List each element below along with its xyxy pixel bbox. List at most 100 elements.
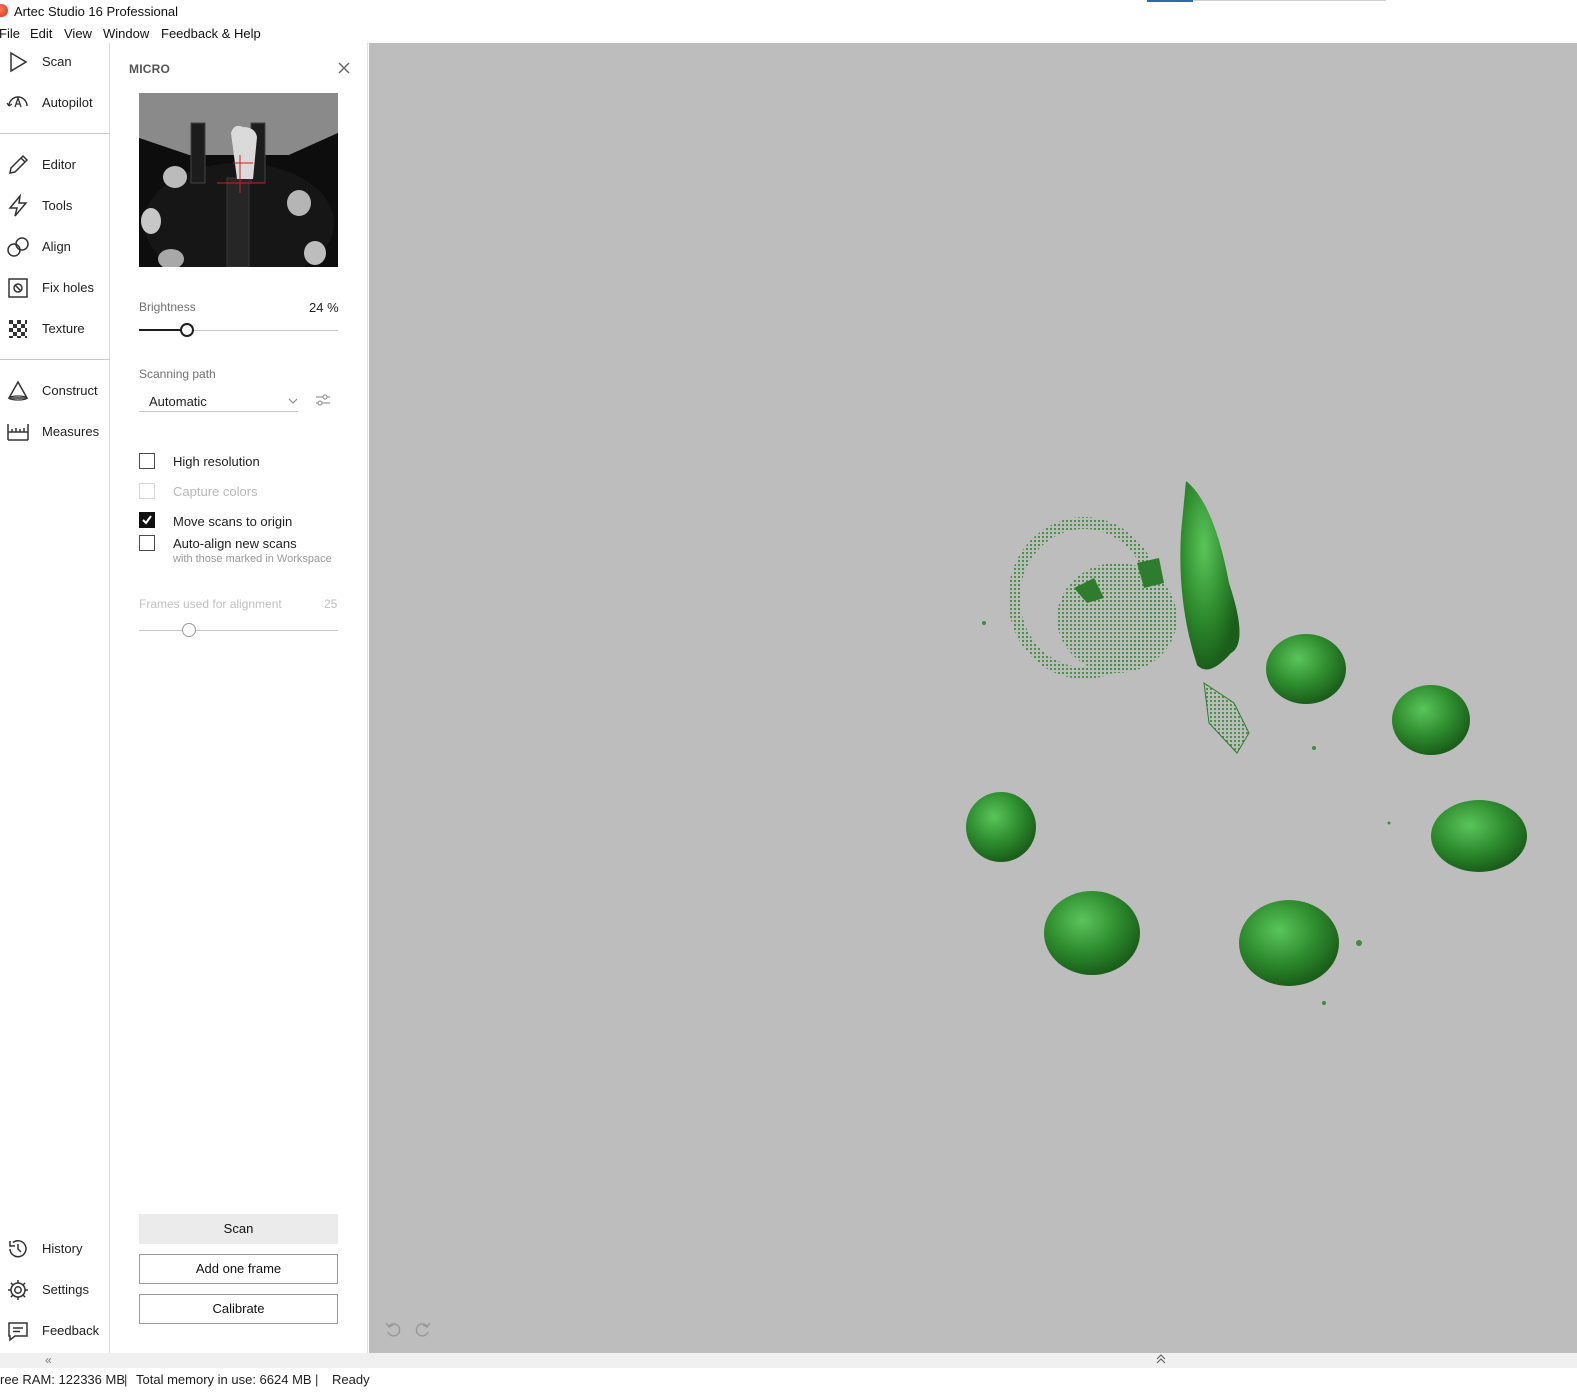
capture-colors-label: Capture colors <box>173 484 258 499</box>
undo-icon[interactable] <box>384 1320 402 1338</box>
brightness-label: Brightness <box>139 300 196 314</box>
nav-item-construct[interactable]: Construct <box>0 373 110 409</box>
scan-button[interactable]: Scan <box>139 1214 338 1244</box>
auto-align-label: Auto-align new scans <box>173 536 297 551</box>
brightness-slider-thumb[interactable] <box>179 323 194 337</box>
move-to-origin-checkbox[interactable] <box>139 512 155 528</box>
camera-feed-image <box>139 93 338 267</box>
nav-item-history[interactable]: History <box>0 1231 110 1267</box>
nav-item-measures[interactable]: Measures <box>0 414 110 450</box>
nav-item-tools[interactable]: Tools <box>0 188 110 224</box>
high-resolution-label: High resolution <box>173 454 260 469</box>
history-icon <box>9 1240 27 1258</box>
auto-align-checkbox[interactable] <box>139 535 155 551</box>
fix-holes-icon <box>8 278 28 298</box>
auto-align-sublabel: with those marked in Workspace <box>173 553 332 565</box>
frames-slider-track[interactable] <box>139 630 338 631</box>
bottom-collapse-strip: « <box>0 1353 1577 1368</box>
nav-item-scan[interactable]: Scan <box>0 44 110 80</box>
comment-icon <box>8 1322 28 1342</box>
app-logo-icon <box>0 4 8 17</box>
nav-item-feedback[interactable]: Feedback <box>0 1313 110 1349</box>
sliders-settings-icon[interactable] <box>314 391 332 409</box>
menu-edit[interactable]: Edit <box>30 26 52 41</box>
collapse-left-icon[interactable]: « <box>45 1353 52 1367</box>
frames-alignment-label: Frames used for alignment <box>139 597 282 611</box>
scanning-path-select[interactable]: Automatic <box>139 390 298 412</box>
nav-item-settings[interactable]: Settings <box>0 1272 110 1308</box>
status-separator: | <box>315 1372 319 1387</box>
camera-preview <box>139 93 338 267</box>
status-separator: | <box>124 1372 128 1387</box>
align-icon <box>7 237 29 257</box>
nav-label-editor: Editor <box>42 157 76 172</box>
add-one-frame-button[interactable]: Add one frame <box>139 1254 338 1284</box>
scanning-path-label: Scanning path <box>139 367 216 381</box>
tooth-scan <box>1431 800 1527 872</box>
checkmark-icon <box>142 515 152 525</box>
brightness-value: 24 % <box>309 300 339 315</box>
cone-icon <box>7 380 29 401</box>
status-free-ram: ree RAM: 122336 MB <box>0 1372 126 1387</box>
menu-feedback-help[interactable]: Feedback & Help <box>161 26 261 41</box>
high-resolution-checkbox[interactable] <box>139 453 155 469</box>
stray-point <box>1356 940 1362 946</box>
nav-label-tools: Tools <box>42 198 73 213</box>
close-icon[interactable] <box>336 60 352 76</box>
title-bar: Artec Studio 16 Professional <box>0 0 1577 22</box>
nav-item-editor[interactable]: Editor <box>0 147 110 183</box>
nav-item-autopilot[interactable]: Autopilot <box>0 85 110 121</box>
tooth-scan <box>1239 900 1339 986</box>
frames-alignment-value: 25 <box>324 597 338 611</box>
tooth-scan <box>1180 481 1240 670</box>
nav-label-history: History <box>42 1241 83 1256</box>
nav-item-fix-holes[interactable]: Fix holes <box>0 270 110 306</box>
chevron-down-icon <box>288 398 298 404</box>
nav-label-texture: Texture <box>42 321 85 336</box>
capture-colors-checkbox[interactable] <box>139 483 155 499</box>
nav-label-measures: Measures <box>42 424 100 439</box>
tooth-scan <box>1044 891 1140 975</box>
stray-point <box>1322 1001 1326 1005</box>
3d-viewport[interactable] <box>369 43 1577 1353</box>
redo-icon[interactable] <box>414 1320 432 1338</box>
window-title: Artec Studio 16 Professional <box>14 4 179 19</box>
stray-point <box>1387 821 1391 825</box>
nav-label-fix-holes: Fix holes <box>42 280 95 295</box>
menu-window[interactable]: Window <box>103 26 149 41</box>
nav-separator <box>0 359 110 360</box>
main-navigation: Scan Autopilot Editor Tools Align Fix ho… <box>0 43 110 1353</box>
scan-models <box>966 481 1527 1005</box>
pencil-icon <box>9 154 29 174</box>
menu-file[interactable]: File <box>0 26 20 41</box>
status-total-memory: Total memory in use: 6624 MB <box>136 1372 312 1387</box>
nav-label-construct: Construct <box>42 383 98 398</box>
status-bar: ree RAM: 122336 MB | Total memory in use… <box>0 1368 1577 1397</box>
gear-icon <box>8 1280 28 1300</box>
ruler-icon <box>7 424 29 441</box>
tooth-scan <box>1392 685 1470 755</box>
mesh-fragment <box>1203 681 1250 754</box>
title-accent-line <box>1147 0 1193 2</box>
tooth-scan <box>966 792 1036 862</box>
stray-point <box>1312 746 1316 750</box>
nav-label-align: Align <box>42 239 71 254</box>
nav-item-texture[interactable]: Texture <box>0 311 110 347</box>
nav-separator <box>0 133 110 134</box>
lightning-icon <box>8 194 28 217</box>
scanning-path-value: Automatic <box>149 394 207 409</box>
calibrate-button[interactable]: Calibrate <box>139 1294 338 1324</box>
status-state: Ready <box>332 1372 370 1387</box>
menu-view[interactable]: View <box>64 26 92 41</box>
menu-bar: File Edit View Window Feedback & Help <box>0 22 1577 43</box>
checkerboard-icon <box>9 320 27 338</box>
nav-label-autopilot: Autopilot <box>42 95 93 110</box>
nav-label-scan: Scan <box>42 54 72 69</box>
expand-up-icon[interactable] <box>1156 1353 1166 1365</box>
tooth-scan <box>1266 634 1346 704</box>
frames-slider-thumb[interactable] <box>181 623 196 637</box>
nav-item-align[interactable]: Align <box>0 229 110 265</box>
scan-settings-panel: MICRO Brightness 24 % Scanning path Auto… <box>111 43 368 1353</box>
play-icon <box>10 51 28 73</box>
stray-point <box>982 621 986 625</box>
